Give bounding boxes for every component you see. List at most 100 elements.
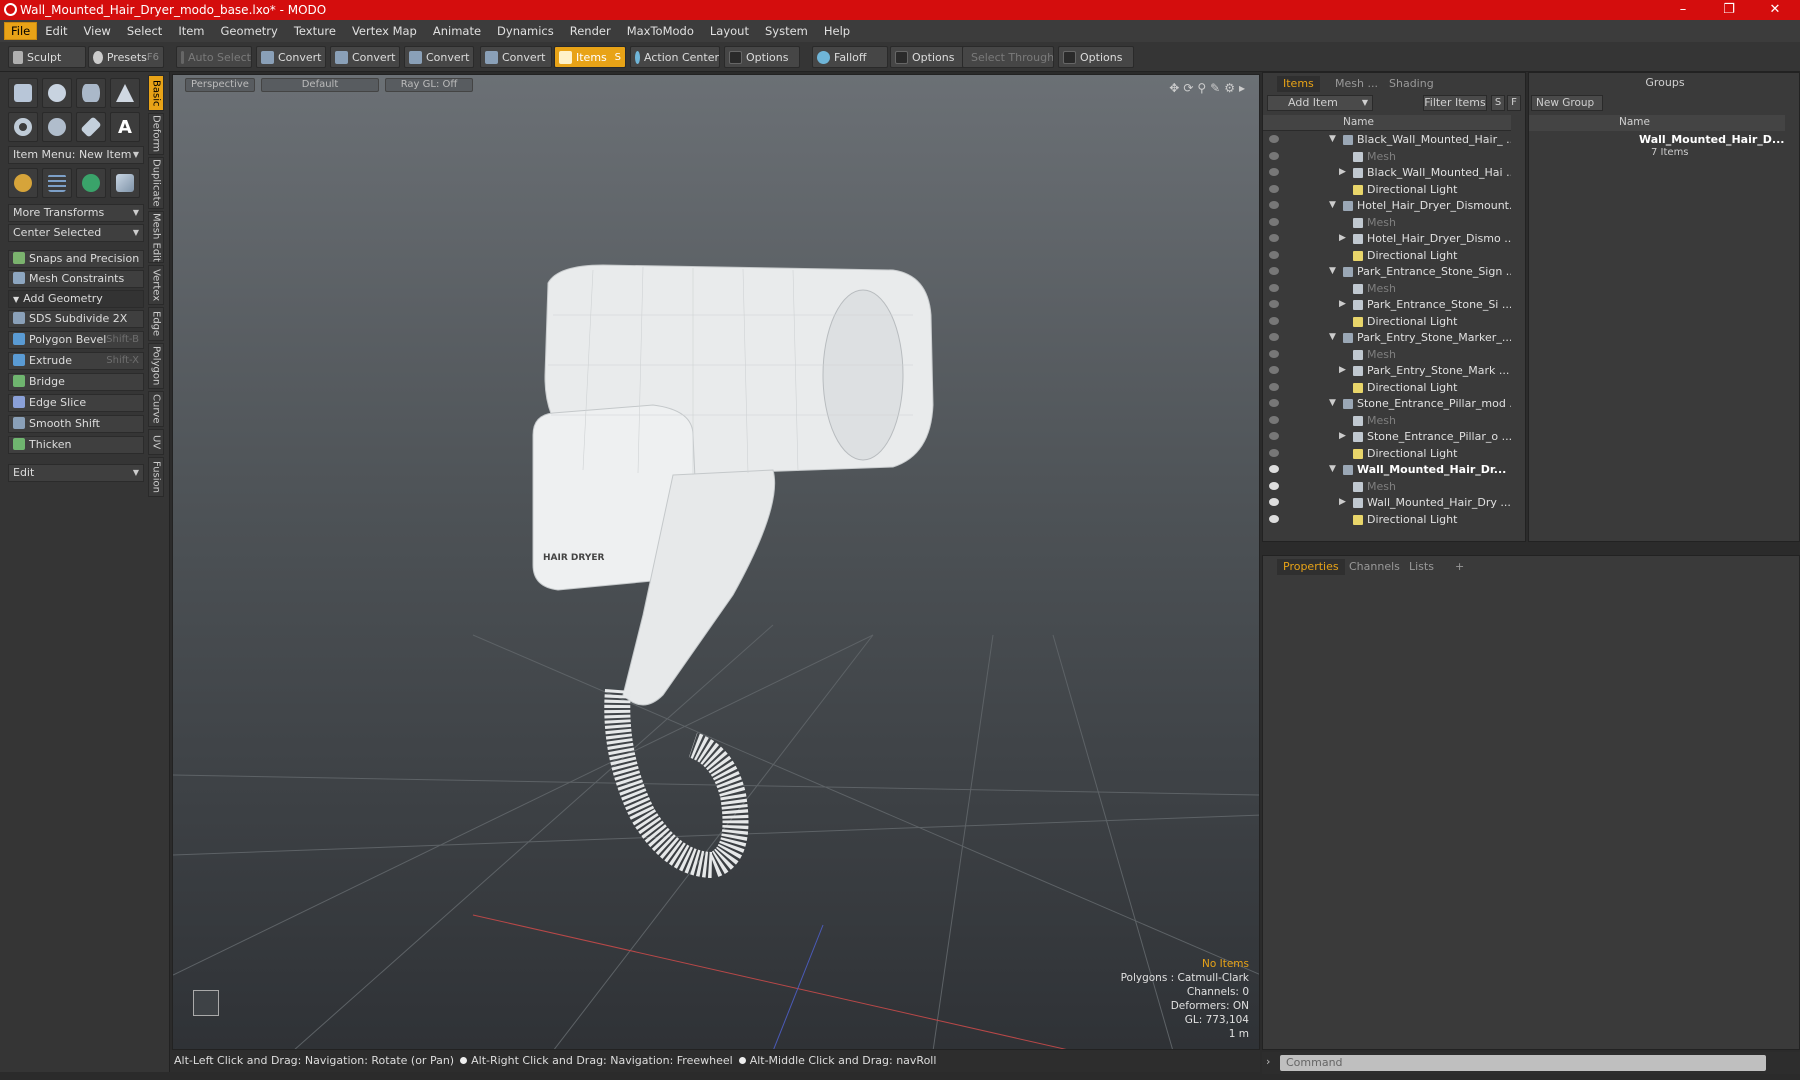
visibility-eye-icon[interactable]: [1269, 498, 1279, 506]
pen-tool-button[interactable]: [76, 112, 106, 142]
menu-vertex-map[interactable]: Vertex Map: [344, 20, 425, 42]
visibility-eye-icon[interactable]: [1269, 168, 1279, 176]
menu-file[interactable]: File: [4, 22, 38, 40]
restore-button[interactable]: ❐: [1706, 0, 1752, 20]
tab-basic[interactable]: Basic: [148, 75, 164, 111]
add-tab-button[interactable]: +: [1449, 559, 1470, 575]
tree-row-light[interactable]: Directional Light: [1263, 181, 1511, 198]
tree-row-mesh[interactable]: ▶ Hotel_Hair_Dryer_Dismo ...: [1263, 230, 1511, 247]
tab-deform[interactable]: Deform: [148, 113, 164, 155]
menu-edit[interactable]: Edit: [37, 20, 75, 42]
new-group-button[interactable]: New Group: [1531, 95, 1603, 111]
tool-edge-slice[interactable]: Edge Slice: [8, 394, 144, 412]
tool-sds-subdivide[interactable]: SDS Subdivide 2X: [8, 310, 144, 328]
sphere-primitive-button[interactable]: [42, 78, 72, 108]
convert-button-1[interactable]: Convert: [256, 46, 326, 68]
more-transforms-dropdown[interactable]: More Transforms: [8, 204, 144, 222]
falloff-button[interactable]: Falloff: [812, 46, 888, 68]
visibility-eye-icon[interactable]: [1269, 250, 1279, 259]
cylinder-primitive-button[interactable]: [76, 78, 106, 108]
visibility-eye-icon[interactable]: [1269, 481, 1279, 490]
filter-items-button[interactable]: Filter Items: [1423, 95, 1487, 111]
visibility-eye-icon[interactable]: [1269, 333, 1279, 341]
visibility-eye-icon[interactable]: [1269, 366, 1279, 374]
tree-row-mesh[interactable]: Mesh: [1263, 280, 1511, 297]
plane-mesh-button[interactable]: [110, 168, 140, 198]
convert-button-2[interactable]: Convert: [330, 46, 400, 68]
visibility-eye-icon[interactable]: [1269, 283, 1279, 292]
presets-button[interactable]: Presets F6: [88, 46, 164, 68]
items-mode-button[interactable]: Items S: [554, 46, 626, 68]
tab-vertex[interactable]: Vertex: [148, 265, 164, 305]
options-button-1[interactable]: Options: [724, 46, 800, 68]
tree-row-light[interactable]: Directional Light: [1263, 313, 1511, 330]
tab-fusion[interactable]: Fusion: [148, 457, 164, 497]
grid-button[interactable]: [42, 168, 72, 198]
sphere-mesh-button[interactable]: [76, 168, 106, 198]
tree-row-scene[interactable]: ▼ Park_Entry_Stone_Marker_...: [1263, 329, 1511, 346]
tree-row-scene[interactable]: ▼ Hotel_Hair_Dryer_Dismount...: [1263, 197, 1511, 214]
tree-row-scene[interactable]: ▼ Black_Wall_Mounted_Hair_ ...: [1263, 131, 1511, 148]
tab-mesh[interactable]: Mesh ...: [1329, 76, 1384, 92]
tree-row-mesh[interactable]: Mesh: [1263, 214, 1511, 231]
expand-right-icon[interactable]: ▶: [1339, 362, 1346, 379]
visibility-eye-icon[interactable]: [1269, 465, 1279, 473]
tree-row-light[interactable]: Directional Light: [1263, 247, 1511, 264]
f-button[interactable]: F: [1507, 95, 1521, 111]
menu-item[interactable]: Item: [170, 20, 212, 42]
visibility-eye-icon[interactable]: [1269, 448, 1279, 457]
visibility-eye-icon[interactable]: [1269, 217, 1279, 226]
options-button-2[interactable]: Options: [890, 46, 966, 68]
visibility-eye-icon[interactable]: [1269, 514, 1279, 523]
tree-row-mesh[interactable]: ▶ Park_Entrance_Stone_Si ...: [1263, 296, 1511, 313]
torus-primitive-button[interactable]: [8, 112, 38, 142]
tab-shading[interactable]: Shading: [1383, 76, 1440, 92]
add-item-button[interactable]: Add Item ▼: [1267, 95, 1373, 111]
expand-right-icon[interactable]: ▶: [1339, 296, 1346, 313]
options-button-3[interactable]: Options: [1058, 46, 1134, 68]
transform-button[interactable]: [8, 168, 38, 198]
menu-geometry[interactable]: Geometry: [213, 20, 286, 42]
tree-row-scene[interactable]: ▼ Stone_Entrance_Pillar_mod ...: [1263, 395, 1511, 412]
tree-row-light[interactable]: Directional Light: [1263, 511, 1511, 528]
visibility-eye-icon[interactable]: [1269, 151, 1279, 160]
expand-right-icon[interactable]: ▶: [1339, 428, 1346, 445]
visibility-eye-icon[interactable]: [1269, 184, 1279, 193]
tab-lists[interactable]: Lists: [1403, 559, 1440, 575]
menu-dynamics[interactable]: Dynamics: [489, 20, 562, 42]
add-geometry-header[interactable]: ▼ Add Geometry: [8, 290, 144, 308]
edit-dropdown[interactable]: Edit: [8, 464, 144, 482]
tab-channels[interactable]: Channels: [1343, 559, 1406, 575]
convert-button-3[interactable]: Convert: [404, 46, 474, 68]
tree-row-light[interactable]: Directional Light: [1263, 379, 1511, 396]
tree-row-scene[interactable]: ▼ Wall_Mounted_Hair_Dr...: [1263, 461, 1511, 478]
mesh-constraints-button[interactable]: Mesh Constraints: [8, 270, 144, 288]
expand-down-icon[interactable]: ▼: [1329, 197, 1336, 214]
convert-button-4[interactable]: Convert: [480, 46, 552, 68]
expand-down-icon[interactable]: ▼: [1329, 131, 1336, 148]
minimize-button[interactable]: –: [1660, 0, 1706, 20]
auto-select-button[interactable]: Auto Select: [176, 46, 252, 68]
viewport-nav-icons[interactable]: ✥⟳⚲✎⚙▸: [1169, 81, 1249, 95]
expand-down-icon[interactable]: ▼: [1329, 263, 1336, 280]
tab-uv[interactable]: UV: [148, 429, 164, 455]
tree-row-mesh[interactable]: Mesh: [1263, 148, 1511, 165]
tree-row-mesh[interactable]: ▶ Wall_Mounted_Hair_Dry ...: [1263, 494, 1511, 511]
menu-animate[interactable]: Animate: [425, 20, 489, 42]
menu-view[interactable]: View: [76, 20, 119, 42]
visibility-eye-icon[interactable]: [1269, 432, 1279, 440]
tree-row-light[interactable]: Directional Light: [1263, 445, 1511, 462]
tool-polygon-bevel[interactable]: Polygon Bevel Shift-B: [8, 331, 144, 349]
item-menu-dropdown[interactable]: Item Menu: New Item: [8, 146, 144, 164]
tab-properties[interactable]: Properties: [1277, 559, 1345, 575]
visibility-eye-icon[interactable]: [1269, 135, 1279, 143]
capsule-primitive-button[interactable]: [42, 112, 72, 142]
select-through-button[interactable]: Select Through: [962, 46, 1054, 68]
visibility-eye-icon[interactable]: [1269, 316, 1279, 325]
center-selected-dropdown[interactable]: Center Selected: [8, 224, 144, 242]
cube-primitive-button[interactable]: [8, 78, 38, 108]
visibility-eye-icon[interactable]: [1269, 300, 1279, 308]
command-input[interactable]: Command: [1280, 1055, 1766, 1071]
menu-maxtomodo[interactable]: MaxToModo: [619, 20, 702, 42]
cone-primitive-button[interactable]: [110, 78, 140, 108]
